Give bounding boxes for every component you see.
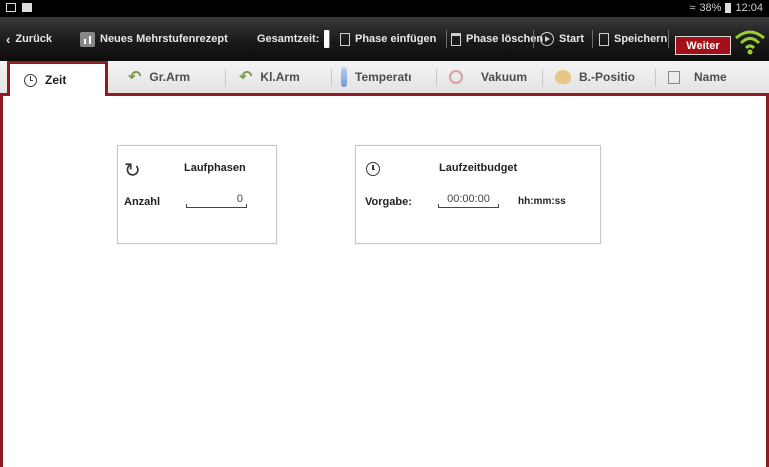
tab-label: Temperatı [355, 70, 412, 84]
small-arm-icon: ↶ [239, 69, 253, 86]
save-disk-icon [599, 32, 609, 46]
recipe-chart-icon [80, 31, 95, 47]
runtime-budget-title: Laufzeitbudget [439, 162, 518, 174]
status-time: 12:04 [735, 2, 763, 14]
insert-phase-button[interactable]: Phase einfügen [340, 17, 436, 61]
status-left-icons [6, 3, 32, 12]
tab-label: Kl.Arm [260, 70, 300, 84]
position-icon [555, 70, 571, 84]
save-button[interactable]: Speichern [599, 17, 667, 61]
tab-bar: Zeit ↶ Gr.Arm ↶ Kl.Arm Temperatı Vakuum … [0, 61, 769, 96]
toolbar-divider [446, 30, 447, 48]
tab-small-arm[interactable]: ↶ Kl.Arm [239, 61, 300, 93]
tab-label: B.-Positio [579, 70, 635, 84]
run-phases-card: ↻ Laufphasen Anzahl 0 [117, 145, 277, 244]
refresh-icon: ↻ [124, 160, 141, 182]
tab-label: Gr.Arm [149, 70, 191, 84]
toolbar-divider [329, 30, 330, 48]
total-time: Gesamtzeit: [257, 17, 330, 61]
delete-phase-label: Phase löschen [466, 33, 544, 45]
large-arm-icon: ↶ [128, 69, 142, 86]
toolbar-divider [668, 30, 669, 48]
clock-icon [24, 73, 37, 87]
chevron-left-icon: ‹ [6, 31, 11, 47]
target-label: Vorgabe: [365, 196, 412, 208]
wifi-signal-icon: ≈ [689, 2, 696, 14]
notification-icon [22, 3, 32, 12]
clock-icon [366, 162, 380, 176]
status-bar: ≈ 38% 12:04 [0, 0, 769, 17]
tab-label: Zeit [45, 73, 67, 87]
tab-temperature[interactable]: Temperatı [341, 61, 411, 93]
start-label: Start [559, 33, 585, 45]
thermometer-icon [341, 67, 347, 87]
pointer-notch [592, 0, 608, 12]
wifi-icon [735, 30, 765, 55]
count-input[interactable]: 0 [186, 193, 247, 208]
time-settings-panel: ↻ Laufphasen Anzahl 0 Laufzeitbudget Vor… [0, 96, 769, 467]
tab-position[interactable]: B.-Positio [555, 61, 635, 93]
vacuum-icon [449, 70, 463, 84]
trash-icon [451, 32, 461, 46]
start-button[interactable]: Start [540, 17, 584, 61]
insert-phase-icon [340, 32, 350, 46]
tab-divider [542, 69, 543, 86]
tab-label: Name [694, 70, 727, 84]
tab-time[interactable]: Zeit [7, 61, 108, 96]
save-disk-icon [668, 70, 680, 84]
runtime-budget-card: Laufzeitbudget Vorgabe: 00:00:00 hh:mm:s… [355, 145, 601, 244]
tab-divider [331, 69, 332, 86]
target-time-input[interactable]: 00:00:00 [438, 193, 499, 208]
total-time-label: Gesamtzeit: [257, 33, 320, 45]
tab-large-arm[interactable]: ↶ Gr.Arm [128, 61, 190, 93]
time-format-unit: hh:mm:ss [518, 196, 566, 207]
tab-vacuum[interactable]: Vakuum [449, 61, 527, 93]
run-phases-title: Laufphasen [184, 162, 246, 174]
toolbar-divider [533, 30, 534, 48]
recipe-title-text: Neues Mehrstufenrezept [100, 33, 228, 45]
status-right: ≈ 38% 12:04 [689, 2, 763, 14]
play-icon [540, 32, 554, 46]
recipe-title: Neues Mehrstufenrezept [80, 17, 228, 61]
tab-divider [655, 69, 656, 86]
toolbar-divider [592, 30, 593, 48]
signal-percent: 38% [699, 2, 722, 14]
tab-name[interactable]: Name [668, 61, 727, 93]
delete-phase-button[interactable]: Phase löschen [451, 17, 543, 61]
battery-icon [725, 3, 732, 13]
screenshot-icon [6, 3, 16, 12]
next-button[interactable]: Weiter [675, 36, 731, 55]
tab-divider [436, 69, 437, 86]
back-button[interactable]: ‹ Zurück [6, 17, 52, 61]
insert-phase-label: Phase einfügen [355, 33, 437, 45]
back-label: Zurück [15, 33, 53, 45]
tab-divider [225, 69, 226, 86]
save-label: Speichern [614, 33, 668, 45]
count-label: Anzahl [124, 196, 161, 208]
tab-label: Vakuum [481, 70, 528, 84]
action-toolbar: ‹ Zurück Neues Mehrstufenrezept Gesamtze… [0, 17, 769, 61]
